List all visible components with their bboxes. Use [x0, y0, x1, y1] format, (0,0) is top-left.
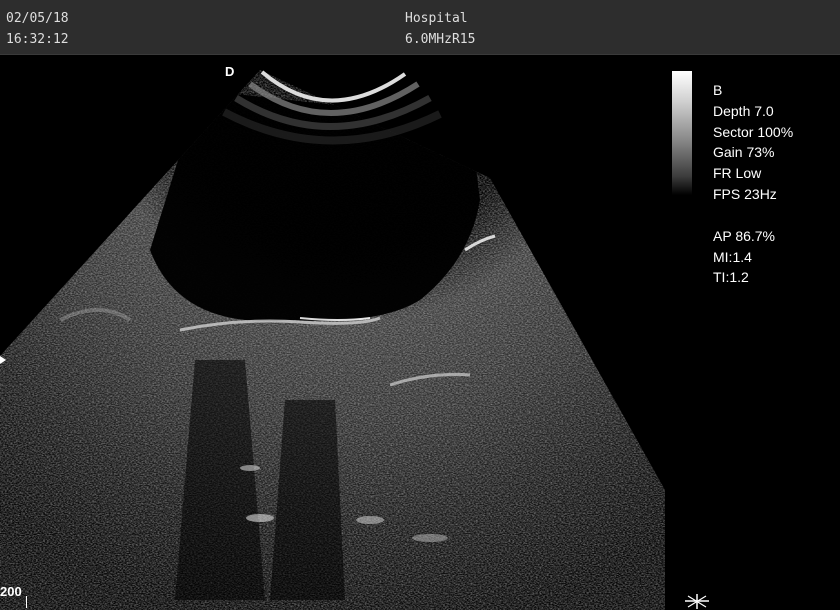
fps-value: FPS 23Hz	[713, 185, 777, 202]
thermal-index-value: TI:1.2	[713, 269, 749, 286]
focus-marker-icon	[685, 594, 709, 609]
orientation-marker: D	[225, 64, 235, 79]
header-bar: 02/05/18 16:32:12 Hospital 6.0MHzR15	[0, 0, 840, 55]
parameter-panel: B Depth 7.0 Sector 100% Gain 73% FR Low …	[713, 80, 793, 288]
exam-time: 16:32:12	[6, 32, 69, 47]
imaging-mode: B	[713, 82, 723, 98]
gray-scale-bar	[672, 71, 692, 195]
param-spacer	[713, 205, 793, 226]
depth-value: Depth 7.0	[713, 102, 774, 119]
institution-name: Hospital	[405, 11, 468, 26]
mechanical-index-value: MI:1.4	[713, 248, 752, 265]
depth-marker-icon	[0, 356, 6, 364]
acoustic-power-value: AP 86.7%	[713, 227, 776, 244]
gain-value: Gain 73%	[713, 144, 775, 161]
sector-value: Sector 100%	[713, 123, 794, 140]
scale-label: 200	[0, 584, 22, 599]
exam-date: 02/05/18	[6, 11, 69, 26]
ultrasound-screen: 02/05/18 16:32:12 Hospital 6.0MHzR15 B D…	[0, 0, 840, 610]
frame-rate-value: FR Low	[713, 165, 762, 182]
probe-frequency: 6.0MHzR15	[405, 32, 476, 47]
scale-tick	[26, 596, 27, 608]
